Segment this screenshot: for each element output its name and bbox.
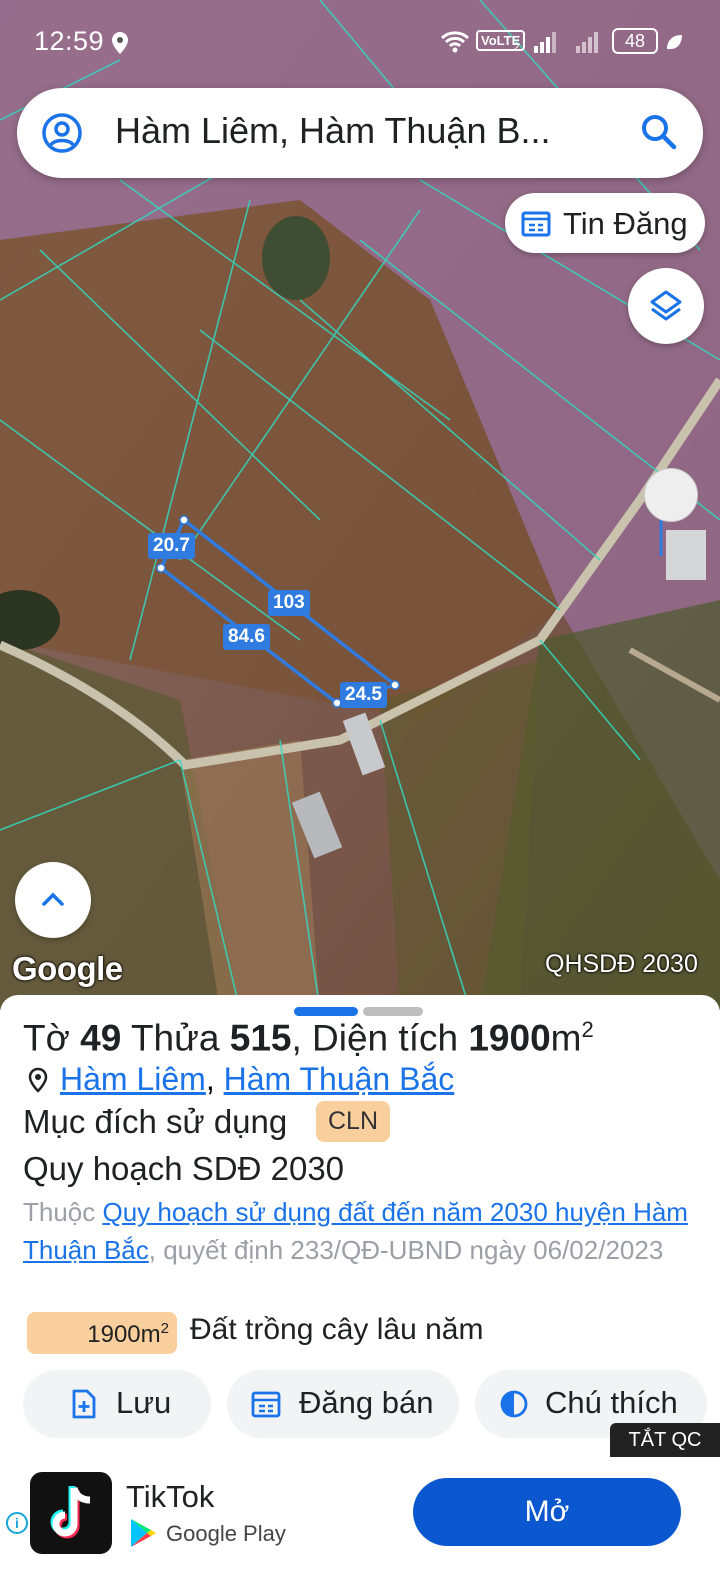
calendar-icon [251, 1391, 281, 1418]
area-label: , Diện tích [291, 1017, 459, 1059]
tiktok-logo-icon [50, 1486, 91, 1539]
signal-icon [534, 32, 556, 53]
dimension-label: 24.5 [340, 682, 387, 708]
wifi-icon [440, 31, 470, 53]
parcel-number: 515 [229, 1017, 292, 1059]
account-icon[interactable] [41, 112, 83, 154]
leaf-icon [667, 35, 682, 50]
save-button[interactable]: Lưu [23, 1370, 211, 1438]
area-value: 1900 [468, 1017, 551, 1059]
sim-slot: 2 [513, 40, 520, 54]
commune-link[interactable]: Hàm Liêm [60, 1061, 206, 1097]
map-view[interactable]: N 20.7 103 84.6 24.5 12:59 VoLTE 2 [0, 0, 720, 1010]
plan-title: Quy hoạch SDĐ 2030 [23, 1150, 345, 1187]
search-input[interactable]: Hàm Liêm, Hàm Thuận B... [115, 110, 635, 152]
opacity-slider-handle[interactable] [644, 468, 698, 522]
ad-banner[interactable]: i TikTok Google Play Mở [0, 1457, 720, 1588]
plan-desc-suffix: , quyết định 233/QĐ-UBND ngày 06/02/2023 [148, 1235, 664, 1265]
search-bar[interactable]: Hàm Liêm, Hàm Thuận B... [17, 88, 703, 178]
sell-listing-label: Đăng bán [299, 1385, 434, 1420]
area-badge-sup: 2 [160, 1320, 169, 1337]
expand-sheet-button[interactable] [15, 862, 91, 938]
land-use-purpose-label: Mục đích sử dụng [23, 1103, 288, 1140]
layers-icon [650, 290, 682, 321]
signal-icon-2 [576, 32, 598, 53]
save-label: Lưu [116, 1385, 172, 1420]
location-pin-icon [28, 1067, 48, 1093]
parcel-title: Tờ 49 Thửa 515, Diện tích 1900m2 [23, 1017, 594, 1059]
page-dot [363, 1007, 423, 1016]
sheet-number: 49 [80, 1017, 122, 1059]
plan-layer-code: QHSDĐ 2030 [545, 950, 698, 978]
listings-button[interactable]: Tin Đăng [505, 193, 705, 253]
tiktok-app-icon[interactable] [30, 1472, 112, 1554]
chevron-up-icon [42, 892, 64, 906]
status-bar: 12:59 VoLTE 2 48 [0, 0, 720, 84]
dimension-label: 103 [268, 590, 310, 616]
sheet-label: Tờ [23, 1017, 70, 1059]
ad-store-name: Google Play [166, 1521, 286, 1546]
area-badge-value: 1900m [87, 1321, 161, 1348]
location-separator: , [205, 1061, 215, 1097]
land-type-label: Đất trồng cây lâu năm [190, 1313, 484, 1346]
layers-button[interactable] [628, 268, 704, 344]
plan-desc-prefix: Thuộc [23, 1197, 103, 1227]
calendar-icon [521, 211, 551, 237]
ad-app-name: TikTok [126, 1479, 215, 1514]
google-logo: Google [12, 950, 123, 987]
parcel-info-sheet: Tờ 49 Thửa 515, Diện tích 1900m2 Hàm Liê… [0, 995, 720, 1465]
ad-open-button[interactable]: Mở [413, 1478, 681, 1546]
parcel-label: Thửa [130, 1017, 220, 1059]
screen: N 20.7 103 84.6 24.5 12:59 VoLTE 2 [0, 0, 720, 1588]
contrast-icon [500, 1390, 528, 1418]
close-ad-button[interactable]: TẮT QC [610, 1423, 720, 1457]
dimension-label: 84.6 [223, 624, 270, 650]
area-unit: m [550, 1017, 582, 1059]
ad-info-icon[interactable]: i [6, 1512, 28, 1534]
listings-label: Tin Đăng [563, 206, 688, 241]
dimension-label: 20.7 [148, 533, 195, 559]
legend-label: Chú thích [545, 1385, 678, 1420]
location-icon [112, 32, 128, 54]
sell-listing-button[interactable]: Đăng bán [227, 1370, 459, 1438]
district-link[interactable]: Hàm Thuận Bắc [224, 1061, 455, 1097]
page-dot-active [294, 1007, 358, 1016]
add-file-icon [72, 1389, 96, 1419]
search-icon[interactable] [637, 110, 681, 154]
area-unit-sup: 2 [581, 1017, 594, 1042]
google-play-icon [131, 1519, 156, 1547]
status-time: 12:59 [34, 26, 105, 56]
land-use-code-badge: CLN [316, 1101, 391, 1142]
plan-description: Thuộc Quy hoạch sử dụng đất đến năm 2030… [23, 1193, 713, 1269]
area-badge: 1900m2 [27, 1312, 177, 1354]
battery-icon: 48 [612, 28, 658, 54]
